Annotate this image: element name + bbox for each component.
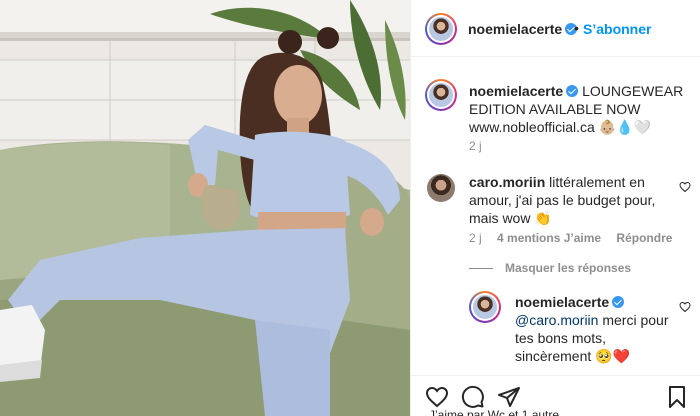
post-header: noemielacerte • S’abonner xyxy=(411,0,700,57)
bookmark-icon[interactable] xyxy=(665,385,689,409)
reply-line-3: sincèrement 🥺❤️ xyxy=(515,348,631,364)
author-avatar[interactable] xyxy=(425,13,457,45)
reply-like-heart-icon[interactable] xyxy=(679,301,691,313)
post-side-panel: noemielacerte • S’abonner noemielacerte … xyxy=(410,0,700,416)
share-icon[interactable] xyxy=(497,385,521,409)
caption-text: noemielacerte LOUNGEWEAR EDITION AVAILAB… xyxy=(469,82,691,136)
verified-badge-icon xyxy=(566,85,579,97)
follow-button[interactable]: S’abonner xyxy=(583,21,651,37)
comment-likes-count[interactable]: 4 mentions J’aime xyxy=(497,231,601,245)
comment-like-heart-icon[interactable] xyxy=(679,181,691,193)
hide-replies-line xyxy=(469,268,493,270)
verified-badge-icon xyxy=(612,296,625,308)
comment-meta: 2 j 4 mentions J’aime Répondre xyxy=(469,231,684,245)
reply-text: noemielacerte @caro.moriin merci pour te… xyxy=(515,293,685,365)
comment-username[interactable]: caro.moriin xyxy=(469,174,545,190)
comment-line-3: mais wow 👏 xyxy=(469,210,552,226)
reply-line-2: tes bons mots, xyxy=(515,330,607,346)
caption-username[interactable]: noemielacerte xyxy=(469,83,563,99)
caption-meta: 2 j xyxy=(469,139,494,153)
reply-avatar[interactable] xyxy=(469,291,501,323)
caption-line-2: EDITION AVAILABLE NOW xyxy=(469,101,641,117)
comment-line-2: amour, j'ai pas le budget pour, xyxy=(469,192,656,208)
likes-summary[interactable]: J’aime par Wc et 1 autre… xyxy=(429,408,571,416)
commenter-avatar[interactable] xyxy=(427,174,455,202)
caption-avatar[interactable] xyxy=(425,79,457,111)
reply-button[interactable]: Répondre xyxy=(616,231,672,245)
comments-section: noemielacerte LOUNGEWEAR EDITION AVAILAB… xyxy=(411,57,700,375)
hide-replies-label: Masquer les réponses xyxy=(505,261,632,275)
reply-mention-link[interactable]: @caro.moriin xyxy=(515,312,598,328)
hide-replies-button[interactable]: Masquer les réponses xyxy=(469,261,631,275)
comment-text: caro.moriin littéralement en amour, j'ai… xyxy=(469,173,679,227)
comment-icon[interactable] xyxy=(461,385,485,409)
reply-username[interactable]: noemielacerte xyxy=(515,294,609,310)
comment-line-1: littéralement en xyxy=(549,174,645,190)
post-photo[interactable] xyxy=(0,0,410,416)
author-username-row[interactable]: noemielacerte xyxy=(468,21,578,37)
author-username[interactable]: noemielacerte xyxy=(468,21,562,37)
reply-line-1: merci pour xyxy=(602,312,669,328)
post-image xyxy=(0,0,410,416)
heart-icon[interactable] xyxy=(425,385,449,409)
caption-line-1: LOUNGEWEAR xyxy=(582,83,684,99)
caption-time[interactable]: 2 j xyxy=(469,139,482,153)
caption-line-3: www.nobleofficial.ca 👶🏼💧🤍 xyxy=(469,119,651,135)
comment-time[interactable]: 2 j xyxy=(469,231,482,245)
separator-dot: • xyxy=(574,20,579,36)
